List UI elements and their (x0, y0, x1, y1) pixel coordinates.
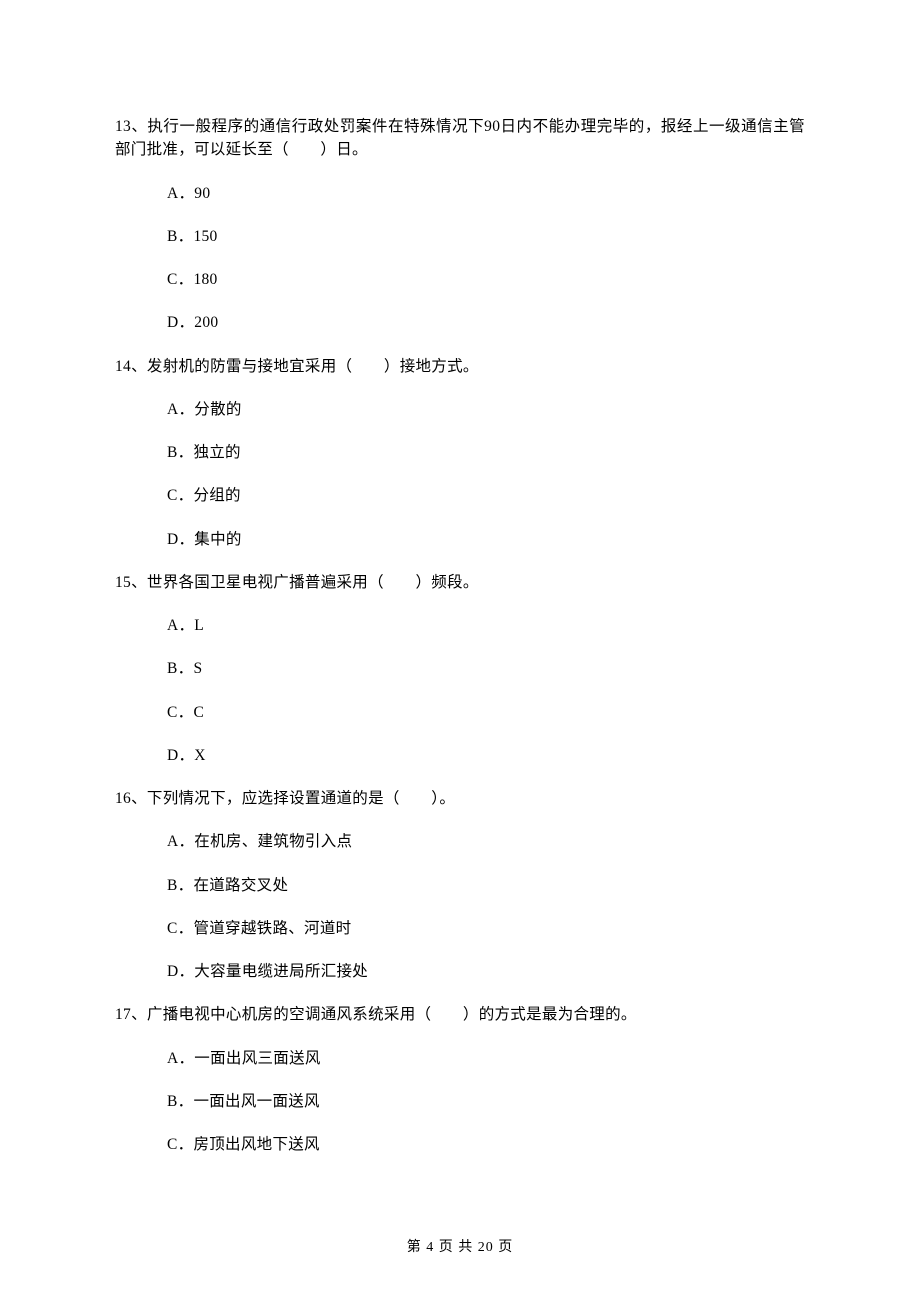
option-a: A．L (167, 614, 805, 637)
option-c: C．C (167, 701, 805, 724)
option-b: B．在道路交叉处 (167, 874, 805, 897)
option-d: D．200 (167, 311, 805, 334)
option-c: C．180 (167, 268, 805, 291)
option-c: C．房顶出风地下送风 (167, 1133, 805, 1156)
option-c: C．分组的 (167, 484, 805, 507)
option-b: B．S (167, 657, 805, 680)
document-page: 13、执行一般程序的通信行政处罚案件在特殊情况下90日内不能办理完毕的，报经上一… (0, 0, 920, 1302)
option-list: A．分散的 B．独立的 C．分组的 D．集中的 (115, 398, 805, 551)
option-a: A．一面出风三面送风 (167, 1047, 805, 1070)
option-d: D．X (167, 744, 805, 767)
option-a: A．90 (167, 182, 805, 205)
question-text: 17、广播电视中心机房的空调通风系统采用（ ）的方式是最为合理的。 (115, 1003, 805, 1026)
question-text: 13、执行一般程序的通信行政处罚案件在特殊情况下90日内不能办理完毕的，报经上一… (115, 115, 805, 162)
question-13: 13、执行一般程序的通信行政处罚案件在特殊情况下90日内不能办理完毕的，报经上一… (115, 115, 805, 335)
option-c: C．管道穿越铁路、河道时 (167, 917, 805, 940)
question-16: 16、下列情况下，应选择设置通道的是（ ）。 A．在机房、建筑物引入点 B．在道… (115, 787, 805, 983)
option-list: A．在机房、建筑物引入点 B．在道路交叉处 C．管道穿越铁路、河道时 D．大容量… (115, 830, 805, 983)
option-b: B．150 (167, 225, 805, 248)
question-text: 16、下列情况下，应选择设置通道的是（ ）。 (115, 787, 805, 810)
question-text: 15、世界各国卫星电视广播普遍采用（ ）频段。 (115, 571, 805, 594)
option-list: A．一面出风三面送风 B．一面出风一面送风 C．房顶出风地下送风 (115, 1047, 805, 1157)
question-14: 14、发射机的防雷与接地宜采用（ ）接地方式。 A．分散的 B．独立的 C．分组… (115, 355, 805, 551)
page-footer: 第 4 页 共 20 页 (0, 1237, 920, 1258)
option-b: B．一面出风一面送风 (167, 1090, 805, 1113)
question-17: 17、广播电视中心机房的空调通风系统采用（ ）的方式是最为合理的。 A．一面出风… (115, 1003, 805, 1156)
option-b: B．独立的 (167, 441, 805, 464)
option-d: D．大容量电缆进局所汇接处 (167, 960, 805, 983)
option-a: A．分散的 (167, 398, 805, 421)
option-list: A．L B．S C．C D．X (115, 614, 805, 767)
option-d: D．集中的 (167, 528, 805, 551)
question-text: 14、发射机的防雷与接地宜采用（ ）接地方式。 (115, 355, 805, 378)
option-a: A．在机房、建筑物引入点 (167, 830, 805, 853)
option-list: A．90 B．150 C．180 D．200 (115, 182, 805, 335)
question-15: 15、世界各国卫星电视广播普遍采用（ ）频段。 A．L B．S C．C D．X (115, 571, 805, 767)
